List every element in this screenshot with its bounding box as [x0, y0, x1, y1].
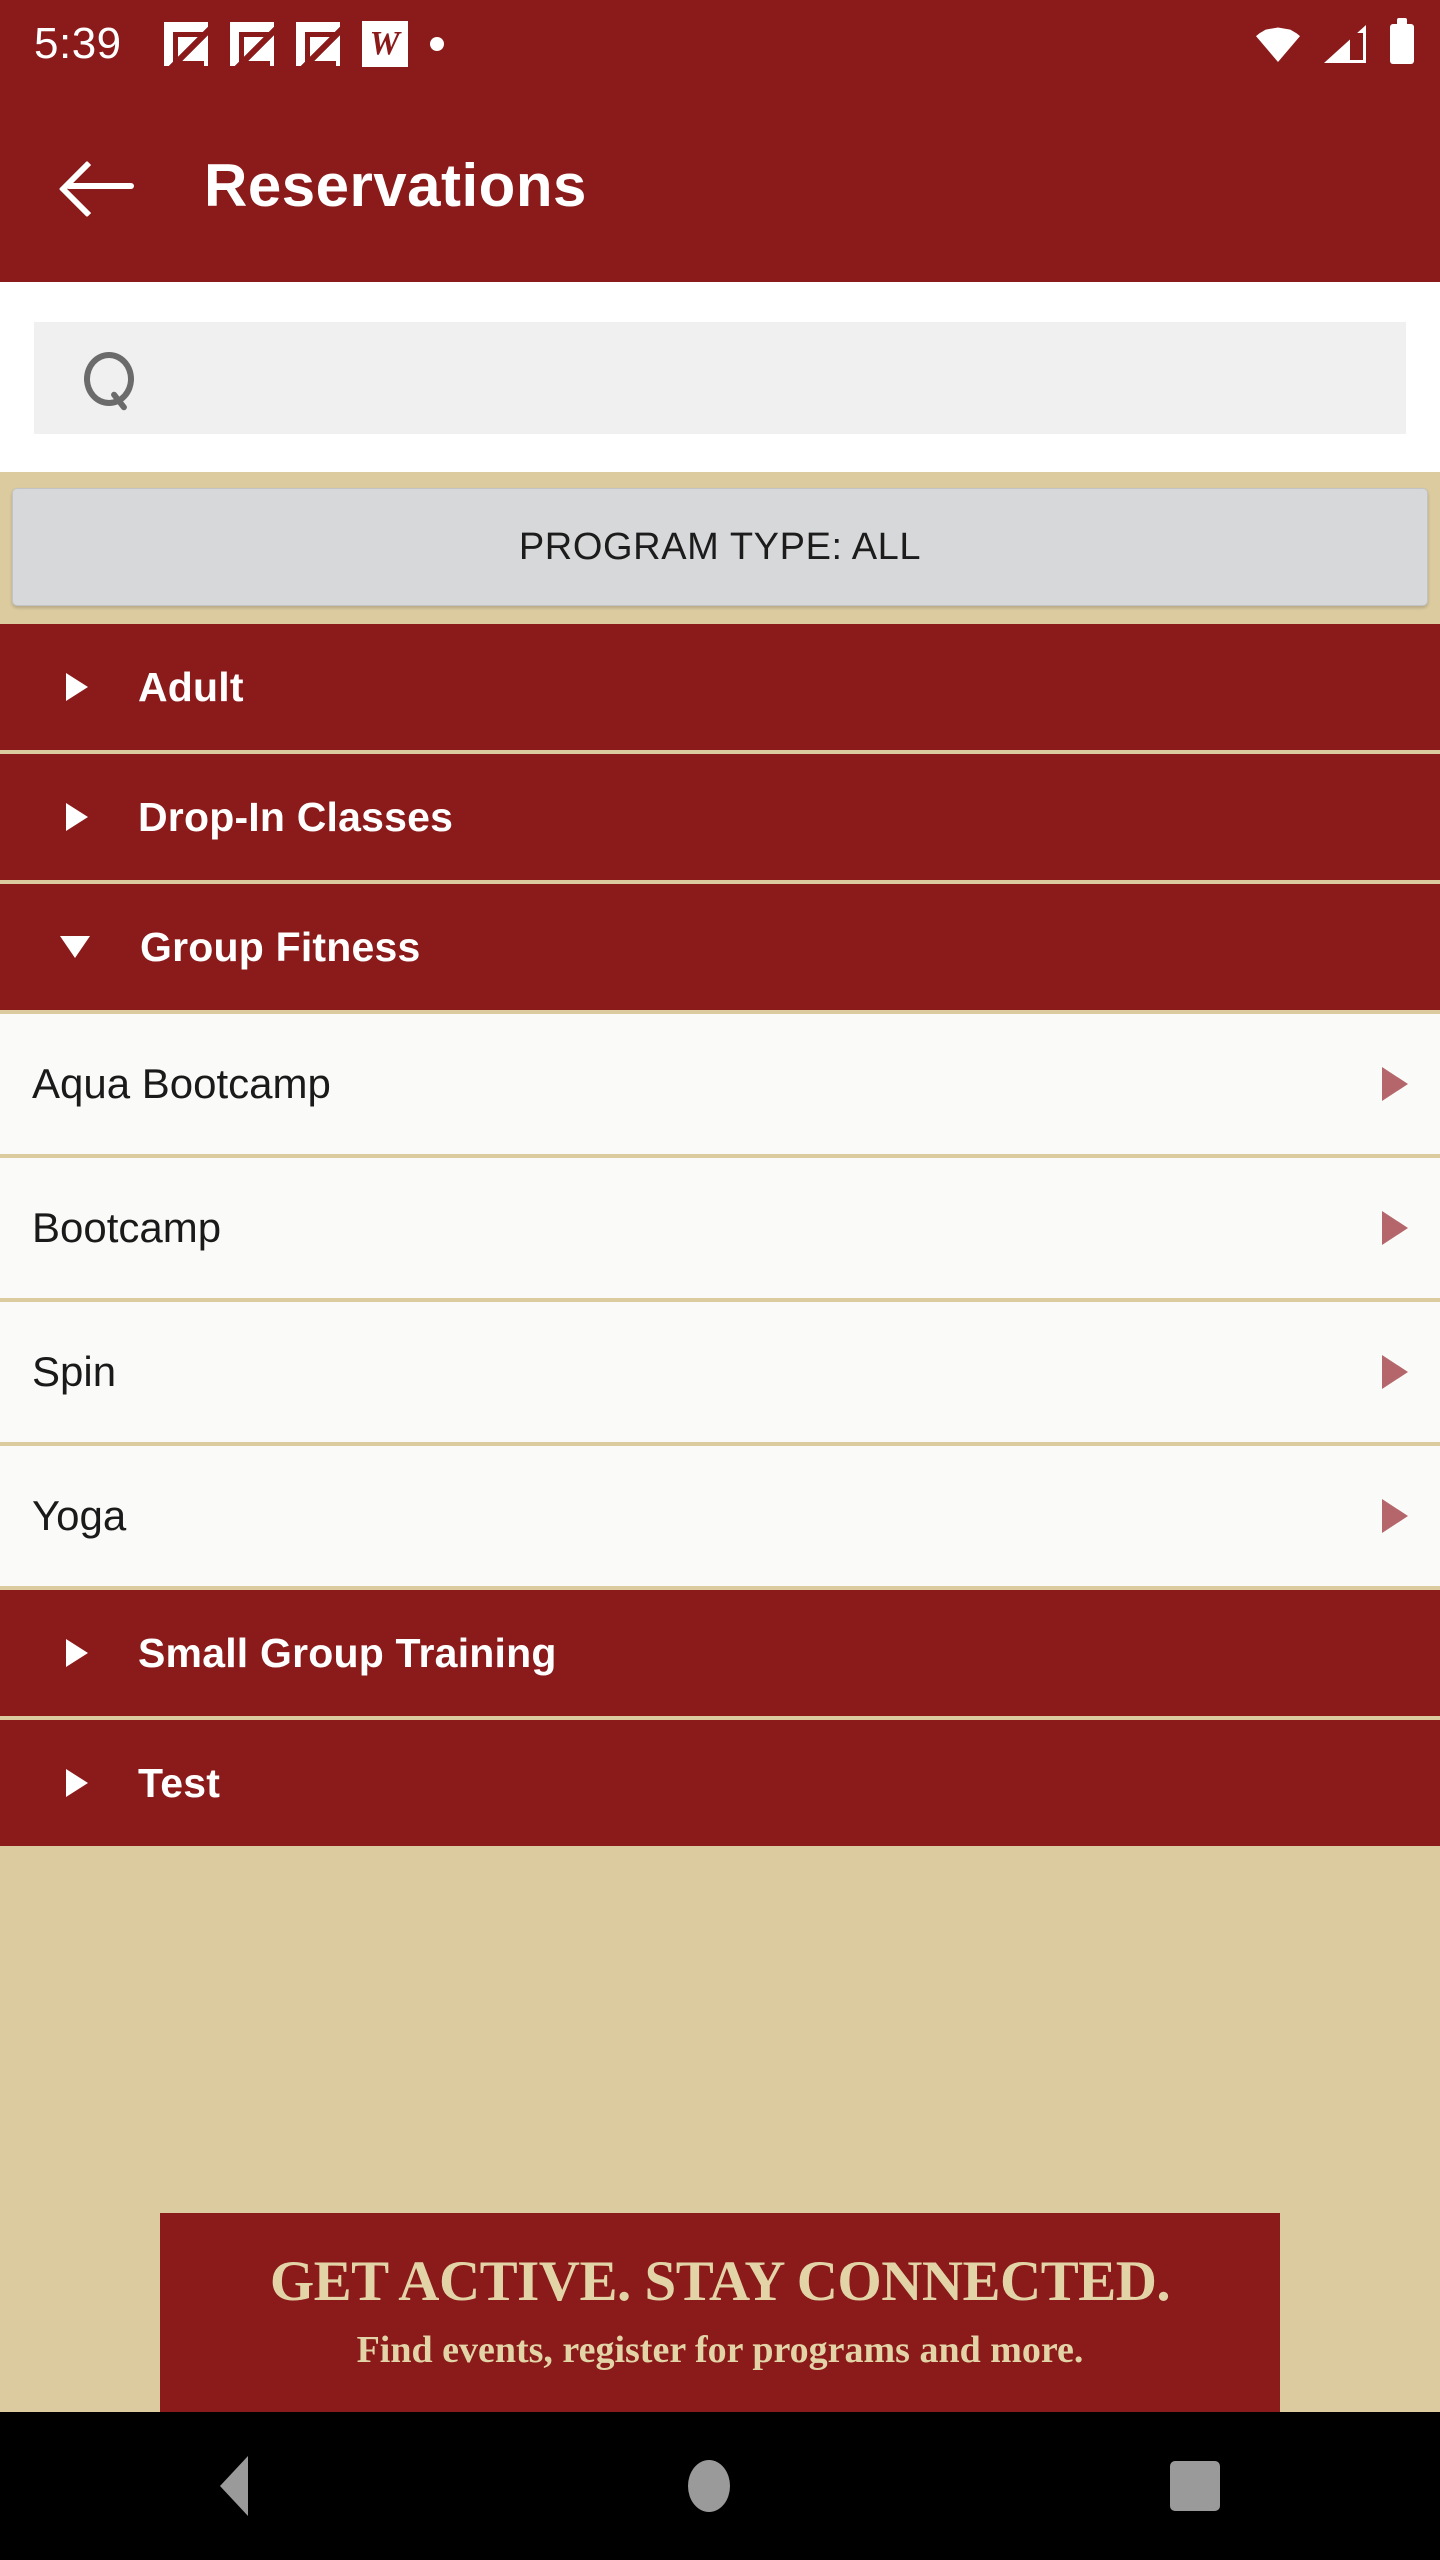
wifi-icon — [1256, 27, 1300, 62]
filter-section: PROGRAM TYPE: ALL — [0, 472, 1440, 624]
category-label: Test — [138, 1759, 221, 1806]
search-box[interactable] — [34, 322, 1406, 434]
page-title: Reservations — [204, 151, 587, 219]
navigation-home-icon[interactable] — [688, 2460, 730, 2512]
content-filler: GET ACTIVE. STAY CONNECTED. Find events,… — [0, 1850, 1440, 2412]
navigation-recents-icon[interactable] — [1170, 2461, 1220, 2511]
status-bar-system-icons — [1256, 18, 1414, 64]
battery-icon — [1390, 18, 1414, 64]
status-bar: 5:39 W — [0, 0, 1440, 88]
app-bar: Reservations — [0, 88, 1440, 282]
sidebar-item-group-fitness[interactable]: Group Fitness — [0, 884, 1440, 1014]
status-bar-clock: 5:39 — [34, 19, 122, 68]
chevron-right-icon — [1382, 1355, 1408, 1389]
promo-banner[interactable]: GET ACTIVE. STAY CONNECTED. Find events,… — [160, 2213, 1280, 2412]
brand-w-notification-icon: W — [361, 21, 408, 67]
program-type-filter-button[interactable]: PROGRAM TYPE: ALL — [12, 488, 1428, 606]
app-notification-icon — [229, 18, 287, 72]
banner-subtext: Find events, register for programs and m… — [356, 2329, 1084, 2371]
search-icon — [82, 350, 138, 406]
sidebar-item-drop-in-classes[interactable]: Drop-In Classes — [0, 754, 1440, 884]
caret-down-icon — [60, 936, 90, 958]
list-item[interactable]: Yoga — [0, 1446, 1440, 1590]
program-label: Aqua Bootcamp — [32, 1060, 331, 1107]
search-section — [0, 282, 1440, 472]
category-label: Group Fitness — [140, 923, 421, 970]
caret-right-icon — [66, 1769, 88, 1797]
more-notifications-dot-icon — [429, 37, 444, 51]
program-category-list: Adult Drop-In Classes Group Fitness Aqua… — [0, 624, 1440, 1850]
status-bar-notification-icons: W — [163, 18, 444, 72]
category-label: Small Group Training — [138, 1629, 557, 1676]
sidebar-item-adult[interactable]: Adult — [0, 624, 1440, 754]
app-screen: 5:39 W Reservations PROGRAM TYPE: ALL Ad… — [0, 0, 1440, 2560]
navigation-back-icon[interactable] — [220, 2456, 248, 2516]
chevron-right-icon — [1382, 1211, 1408, 1245]
app-notification-icon — [163, 18, 221, 72]
caret-right-icon — [66, 1639, 88, 1667]
list-item[interactable]: Aqua Bootcamp — [0, 1014, 1440, 1158]
search-input[interactable] — [138, 355, 1406, 401]
category-label: Adult — [138, 663, 244, 710]
chevron-right-icon — [1382, 1499, 1408, 1533]
banner-headline: GET ACTIVE. STAY CONNECTED. — [269, 2250, 1171, 2313]
chevron-right-icon — [1382, 1067, 1408, 1101]
back-arrow-icon[interactable] — [62, 157, 136, 213]
caret-right-icon — [66, 673, 88, 701]
program-label: Yoga — [32, 1492, 127, 1539]
android-navigation-bar — [0, 2412, 1440, 2560]
program-label: Spin — [32, 1348, 117, 1395]
app-notification-icon — [295, 18, 353, 72]
program-label: Bootcamp — [32, 1204, 222, 1251]
list-item[interactable]: Bootcamp — [0, 1158, 1440, 1302]
caret-right-icon — [66, 803, 88, 831]
cellular-signal-icon — [1324, 25, 1366, 63]
category-label: Drop-In Classes — [138, 793, 454, 840]
sidebar-item-test[interactable]: Test — [0, 1720, 1440, 1850]
list-item[interactable]: Spin — [0, 1302, 1440, 1446]
sidebar-item-small-group-training[interactable]: Small Group Training — [0, 1590, 1440, 1720]
